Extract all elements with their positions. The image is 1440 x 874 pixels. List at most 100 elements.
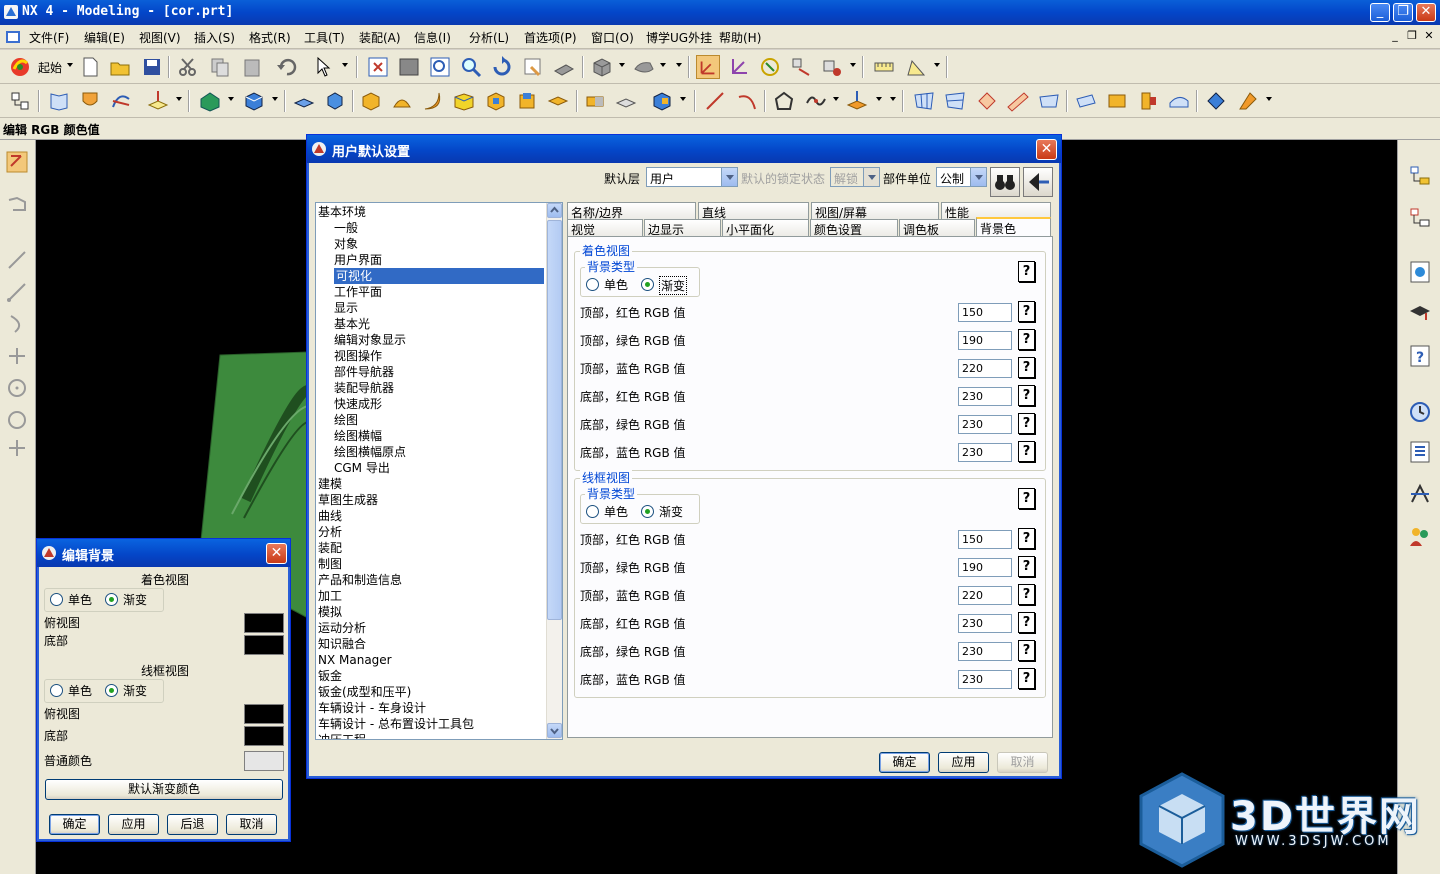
tab-color-settings[interactable]: 颜色设置 [810,219,898,236]
shaded-rgb-help-icon[interactable]: ? [1018,441,1035,462]
cone-icon[interactable] [421,89,445,113]
sketch-line2-icon[interactable] [5,280,29,304]
wcs-save-icon[interactable] [820,55,844,79]
part-navigator-side-icon[interactable] [1408,206,1432,230]
manage-defaults-button[interactable] [1023,167,1053,197]
box-icon[interactable] [359,89,383,113]
shaded-single-radio[interactable] [586,278,599,291]
sketch-circle2-icon[interactable] [5,408,29,432]
process-studio-icon[interactable] [1408,482,1432,506]
polygon-icon[interactable] [772,89,796,113]
help-book-icon[interactable]: ? [1408,344,1432,368]
shaded-rgb-help-icon[interactable]: ? [1018,385,1035,406]
sketch-plane-icon[interactable] [845,89,869,113]
slot-icon[interactable] [614,89,638,113]
menu-analysis[interactable]: 分析(L) [469,29,509,46]
eb-ok-button[interactable]: 确定 [49,814,100,835]
trim-surface-icon[interactable] [1074,89,1098,113]
shaded-rgb-help-icon[interactable]: ? [1018,413,1035,434]
tree-item[interactable]: CGM 导出 [334,460,390,476]
surface-strip-icon[interactable] [1006,89,1030,113]
block-blue-icon[interactable] [242,89,266,113]
wireframe-rgb-input[interactable]: 230 [958,614,1012,633]
shaded-rgb-input[interactable]: 230 [958,415,1012,434]
eb-wire-bottom-swatch[interactable] [244,726,284,746]
eb-shaded-gradient-radio[interactable] [105,593,118,606]
zoom-window-icon[interactable] [397,55,421,79]
wireframe-rgb-help-icon[interactable]: ? [1018,556,1035,577]
wireframe-rgb-input[interactable]: 190 [958,558,1012,577]
tree-item[interactable]: 曲线 [318,508,342,524]
eb-wire-top-swatch[interactable] [244,704,284,724]
shaded-rgb-input[interactable]: 220 [958,359,1012,378]
tab-view-screen[interactable]: 视图/屏幕 [811,202,939,219]
revolve-icon[interactable] [323,89,347,113]
tree-item[interactable]: 加工 [318,588,342,604]
face-blend-icon[interactable] [1204,89,1228,113]
pocket-icon[interactable] [546,89,570,113]
datum-plane-icon[interactable] [146,89,170,113]
training-icon[interactable] [1408,302,1432,326]
menu-file[interactable]: 文件(F) [29,29,69,46]
tree-item[interactable]: 绘图横幅原点 [334,444,406,460]
tree-item[interactable]: 对象 [334,236,358,252]
scroll-up-button[interactable] [547,203,562,218]
tree-item[interactable]: 视图操作 [334,348,382,364]
copy-icon[interactable] [208,55,232,79]
profile-icon[interactable] [5,192,29,216]
sketch-point-icon[interactable] [5,436,29,460]
paste-icon[interactable] [240,55,264,79]
tree-item[interactable]: 一般 [334,220,358,236]
rendering-style-icon[interactable] [632,55,656,79]
tree-item[interactable]: 绘图 [334,412,358,428]
sew-icon[interactable] [1105,89,1129,113]
eb-shaded-top-swatch[interactable] [244,613,284,633]
eb-back-button[interactable]: 后退 [167,814,218,835]
start-icon[interactable] [8,55,32,79]
doc-minimize-button[interactable]: _ [1388,30,1402,43]
tree-item[interactable]: 运动分析 [318,620,366,636]
tree-item[interactable]: 工作平面 [334,284,382,300]
menu-edit[interactable]: 编辑(E) [84,29,125,46]
save-icon[interactable] [140,55,164,79]
close-window-button[interactable]: ✕ [1416,3,1436,22]
menu-assembly[interactable]: 装配(A) [359,29,401,46]
eb-wire-gradient-radio[interactable] [105,684,118,697]
wireframe-rgb-input[interactable]: 230 [958,642,1012,661]
menu-ug-plugin[interactable]: 博学UG外挂 [646,29,712,46]
wireframe-rgb-help-icon[interactable]: ? [1018,528,1035,549]
category-tree[interactable]: 基本环境 一般 对象 用户界面 可视化 工作平面 显示 基本光 编辑对象显示 视图操作 部件导航器装… [315,202,563,740]
spline-icon[interactable] [804,89,828,113]
extend-icon[interactable] [1167,89,1191,113]
tree-item[interactable]: NX Manager [318,652,392,668]
wireframe-rgb-help-icon[interactable]: ? [1018,668,1035,689]
scroll-thumb[interactable] [547,220,562,620]
wireframe-bg-type-help-icon[interactable]: ? [1018,488,1035,509]
tree-item[interactable]: 用户界面 [334,252,382,268]
cut-icon[interactable] [176,55,200,79]
shaded-gradient-radio[interactable] [641,278,654,291]
menu-format[interactable]: 格式(R) [249,29,291,46]
tab-line[interactable]: 直线 [698,202,809,219]
edit-background-close-button[interactable]: ✕ [266,543,287,564]
shaded-cube-icon[interactable] [590,55,614,79]
dialog-close-button[interactable]: ✕ [1036,139,1057,160]
eb-wire-single-radio[interactable] [50,684,63,697]
assembly-navigator-icon[interactable] [1408,164,1432,188]
tree-item[interactable]: 知识融合 [318,636,366,652]
wireframe-rgb-input[interactable]: 220 [958,586,1012,605]
tree-item[interactable]: 快速成形 [334,396,382,412]
sketch-fillet-icon[interactable] [5,344,29,368]
zoom-in-out-icon[interactable] [459,55,483,79]
roles-icon[interactable] [1408,524,1432,548]
menu-tools[interactable]: 工具(T) [304,29,345,46]
tree-item[interactable]: 显示 [334,300,358,316]
menu-preferences[interactable]: 首选项(P) [524,29,577,46]
tree-item[interactable]: 产品和制造信息 [318,572,402,588]
tree-item[interactable]: 草图生成器 [318,492,378,508]
tab-palette[interactable]: 调色板 [899,219,975,236]
part-navigator-icon[interactable] [8,89,32,113]
menu-window[interactable]: 窗口(O) [591,29,634,46]
sketch-arc-icon[interactable] [5,312,29,336]
default-gradient-button[interactable]: 默认渐变颜色 [45,779,283,800]
